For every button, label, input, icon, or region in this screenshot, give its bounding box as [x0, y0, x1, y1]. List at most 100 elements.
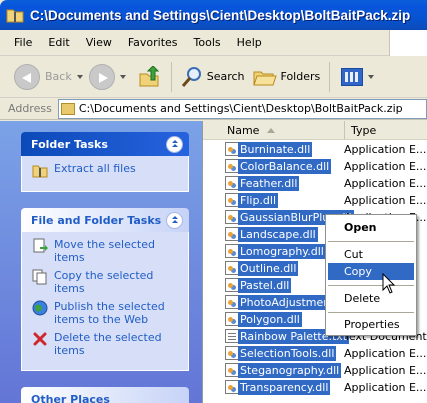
column-header-type[interactable]: Type: [345, 121, 427, 139]
menu-bar: File Edit View Favorites Tools Help: [0, 30, 427, 56]
menu-separator: [328, 312, 414, 313]
file-row[interactable]: Burninate.dll Application E...: [203, 141, 427, 158]
search-button[interactable]: Search: [181, 66, 245, 88]
views-icon: [341, 67, 364, 86]
folder-tasks-title: Folder Tasks: [31, 137, 108, 151]
menu-item-open[interactable]: Open: [328, 219, 414, 236]
file-name: Steganography.dll: [238, 363, 342, 378]
file-name: ColorBalance.dll: [238, 159, 332, 174]
dll-file-icon: [225, 380, 239, 394]
task-publish-web[interactable]: Publish the selected items to the Web: [32, 300, 178, 326]
folders-button[interactable]: Folders: [252, 66, 320, 88]
task-copy-selected[interactable]: Copy the selected items: [32, 269, 178, 295]
dll-file-icon: [225, 244, 239, 258]
toolbar-separator: [329, 61, 331, 92]
dll-file-icon: [225, 261, 239, 275]
address-field[interactable]: C:\Documents and Settings\Cient\Desktop\…: [57, 98, 427, 119]
menu-view[interactable]: View: [78, 36, 120, 49]
task-extract-all[interactable]: Extract all files: [32, 162, 178, 178]
toolbar: Back Search Folders: [0, 56, 427, 98]
file-row[interactable]: Feather.dll Application E...: [203, 175, 427, 192]
task-pane: Folder Tasks Extract all files File and …: [0, 121, 202, 403]
forward-button[interactable]: [88, 63, 126, 90]
dll-file-icon: [225, 312, 239, 326]
up-folder-icon: [139, 64, 159, 86]
file-row[interactable]: ColorBalance.dll Application E...: [203, 158, 427, 175]
file-folder-tasks-body: Move the selected items Copy the selecte…: [21, 232, 189, 371]
zip-folder-icon: [60, 102, 75, 115]
views-button[interactable]: [341, 67, 375, 86]
other-places-title: Other Places: [31, 392, 110, 403]
column-header-name[interactable]: Name: [203, 121, 345, 139]
task-label: Publish the selected items to the Web: [54, 300, 165, 326]
search-label: Search: [206, 70, 245, 83]
column-name-label: Name: [227, 123, 260, 137]
file-name: Transparency.dll: [238, 380, 331, 395]
menu-edit[interactable]: Edit: [40, 36, 77, 49]
file-type: Application E...: [344, 364, 427, 377]
task-label: Delete the selected items: [54, 331, 162, 357]
forward-dropdown-icon[interactable]: [119, 74, 126, 79]
address-bar: Address C:\Documents and Settings\Cient\…: [0, 98, 427, 120]
collapse-chevron-icon[interactable]: [166, 211, 183, 229]
file-folder-tasks-header[interactable]: File and Folder Tasks: [21, 208, 189, 232]
menu-favorites[interactable]: Favorites: [120, 36, 186, 49]
menu-separator: [328, 241, 414, 242]
file-row[interactable]: Flip.dll Application E...: [203, 192, 427, 209]
file-type: Application E...: [344, 194, 427, 207]
dll-file-icon: [225, 176, 239, 190]
dll-file-icon: [225, 363, 239, 377]
dll-file-icon: [225, 159, 239, 173]
file-row[interactable]: SelectionTools.dll Application E...: [203, 345, 427, 362]
file-row[interactable]: Transparency.dll Application E...: [203, 379, 427, 396]
dll-file-icon: [225, 278, 239, 292]
collapse-chevron-icon[interactable]: [166, 135, 183, 153]
menu-item-cut[interactable]: Cut: [328, 246, 414, 263]
menu-item-properties[interactable]: Properties: [328, 316, 414, 333]
file-name: Pastel.dll: [238, 278, 292, 293]
file-type: Application E...: [344, 177, 427, 190]
search-icon: [181, 66, 201, 87]
menu-item-copy[interactable]: Copy: [328, 263, 414, 280]
zip-folder-icon: [6, 7, 24, 23]
forward-arrow-icon: [88, 63, 115, 90]
task-move-selected[interactable]: Move the selected items: [32, 238, 178, 264]
back-label: Back: [45, 70, 72, 83]
file-type: Application E...: [344, 347, 427, 360]
menu-separator: [328, 285, 414, 286]
file-name: Polygon.dll: [238, 312, 302, 327]
dll-file-icon: [225, 142, 239, 156]
views-dropdown-icon[interactable]: [368, 74, 375, 79]
menu-file[interactable]: File: [6, 36, 40, 49]
extract-icon: [32, 162, 48, 178]
task-delete-selected[interactable]: Delete the selected items: [32, 331, 178, 357]
address-label: Address: [8, 102, 52, 115]
menu-item-delete[interactable]: Delete: [328, 290, 414, 307]
windows-logo: [389, 30, 427, 56]
menu-tools[interactable]: Tools: [186, 36, 229, 49]
up-folder-button[interactable]: [138, 64, 160, 88]
address-value: C:\Documents and Settings\Cient\Desktop\…: [78, 102, 403, 115]
dll-file-icon: [225, 346, 239, 360]
window-title: C:\Documents and Settings\Cient\Desktop\…: [30, 7, 411, 23]
folder-tasks-header[interactable]: Folder Tasks: [21, 132, 189, 156]
file-name: Landscape.dll: [238, 227, 318, 242]
mouse-cursor-icon: [382, 273, 396, 294]
column-headers: Name Type: [203, 121, 427, 140]
file-type: Application E...: [344, 143, 427, 156]
menu-help[interactable]: Help: [229, 36, 270, 49]
file-row[interactable]: Steganography.dll Application E...: [203, 362, 427, 379]
folders-icon: [252, 71, 277, 85]
back-dropdown-icon[interactable]: [76, 74, 83, 79]
sort-ascending-icon: [267, 127, 276, 133]
task-label: Extract all files: [54, 162, 136, 175]
column-type-label: Type: [351, 123, 377, 137]
title-bar[interactable]: C:\Documents and Settings\Cient\Desktop\…: [0, 0, 427, 30]
context-menu: Open Cut Copy Delete Properties: [325, 214, 417, 336]
back-button[interactable]: Back: [14, 63, 83, 90]
other-places-header[interactable]: Other Places: [21, 387, 189, 403]
file-name: Feather.dll: [238, 176, 300, 191]
file-name: Burninate.dll: [238, 142, 313, 157]
back-arrow-icon: [14, 63, 40, 90]
file-type: Application E...: [344, 160, 427, 173]
